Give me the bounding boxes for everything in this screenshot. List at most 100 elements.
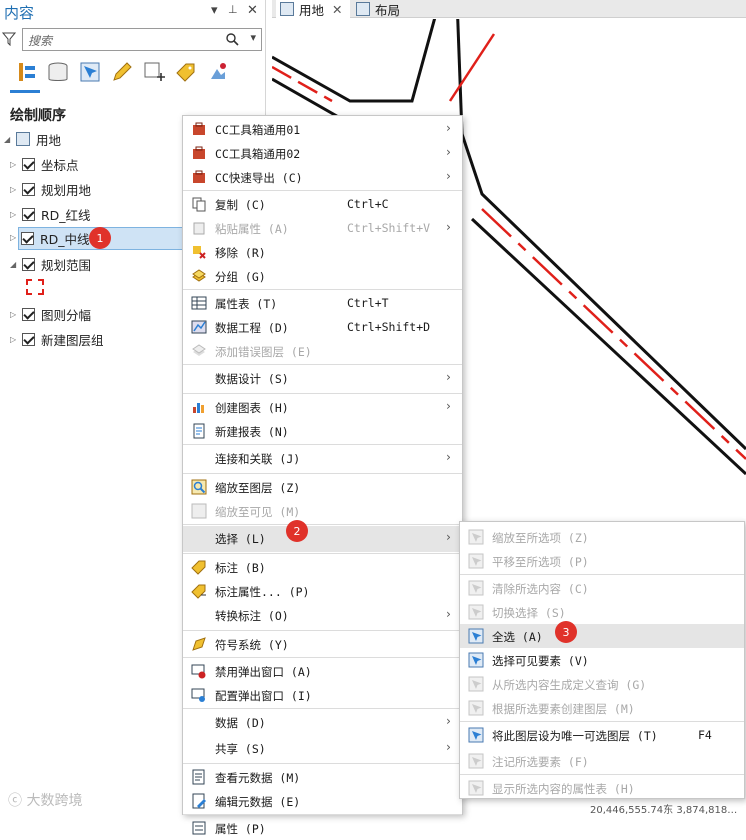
context-menu-item-10[interactable]: 数据设计 (S) › — [183, 366, 462, 392]
context-menu-item-21[interactable]: 禁用弹出窗口 (A) — [183, 659, 462, 683]
expand-triangle-icon[interactable]: ▷ — [10, 310, 20, 319]
submenu-arrow-icon: › — [444, 169, 452, 183]
collapse-triangle-icon[interactable]: ◢ — [10, 260, 20, 269]
options-dropdown-icon[interactable]: ▾ — [211, 3, 218, 18]
labeling-icon[interactable] — [174, 60, 198, 86]
tree-layer-guihuayongdi[interactable]: ▷ 规划用地 — [10, 178, 91, 200]
remove-icon — [193, 246, 206, 259]
context-menu-item-7[interactable]: 属性表 (T) Ctrl+T — [183, 291, 462, 315]
expand-triangle-icon[interactable]: ▷ — [10, 335, 20, 344]
expand-triangle-icon[interactable]: ▷ — [10, 210, 20, 219]
drawing-order-heading: 绘制顺序 — [10, 108, 66, 124]
coordinate-readout: 20,446,555.74东 3,874,818… — [590, 803, 737, 815]
editing-icon[interactable] — [110, 60, 134, 86]
expand-triangle-icon[interactable]: ▷ — [10, 233, 20, 242]
selection-submenu-item-5[interactable]: 选择可见要素 (V) — [460, 648, 744, 672]
search-dropdown-icon[interactable]: ▾ — [250, 31, 256, 44]
layers-icon — [192, 344, 206, 356]
selection-submenu-item-8[interactable]: 将此图层设为唯一可选图层 (T) F4 — [460, 723, 744, 747]
context-menu-item-23[interactable]: 数据 (D) › — [183, 710, 462, 736]
selection-submenu-item-4[interactable]: 全选 (A) — [460, 624, 744, 648]
submenu-arrow-icon: › — [444, 370, 452, 384]
select-icon — [468, 652, 484, 668]
context-menu-item-2[interactable]: CC快速导出 (C) › — [183, 165, 462, 189]
list-by-perspective-imagery-icon[interactable] — [206, 60, 230, 86]
tree-layer-guihuafanwei[interactable]: ◢ 规划范围 — [10, 253, 91, 275]
context-menu-item-22[interactable]: 配置弹出窗口 (I) — [183, 683, 462, 707]
toolbox-icon — [193, 122, 205, 135]
context-menu-item-27[interactable]: 属性 (P) — [183, 816, 462, 840]
visibility-checkbox[interactable] — [22, 307, 35, 321]
context-menu-item-25[interactable]: 查看元数据 (M) — [183, 765, 462, 789]
drawing-order-icon[interactable] — [16, 60, 40, 86]
close-tab-icon[interactable]: ✕ — [332, 2, 342, 17]
label-icon — [191, 560, 206, 575]
tree-label: 坐标点 — [41, 157, 79, 173]
tree-layer-xinjiantucengzu[interactable]: ▷ 新建图层组 — [10, 328, 104, 350]
select-disabled-icon — [468, 753, 484, 769]
tree-map-root[interactable]: ◢ 用地 — [4, 128, 61, 150]
context-menu-item-0[interactable]: CC工具箱通用01 › — [183, 117, 462, 141]
snapping-icon[interactable] — [142, 60, 166, 86]
close-icon[interactable]: ✕ — [247, 3, 258, 18]
data-source-icon[interactable] — [46, 60, 70, 86]
context-menu-item-24[interactable]: 共享 (S) › — [183, 736, 462, 762]
context-menu-item-6[interactable]: 分组 (G) — [183, 264, 462, 288]
selection-submenu-item-10: 显示所选内容的属性表 (H) — [460, 776, 744, 800]
menu-item-label: CC工具箱通用01 — [215, 123, 301, 137]
filter-icon[interactable] — [2, 32, 16, 46]
tab-map[interactable]: 用地 ✕ — [276, 0, 350, 18]
search-input[interactable]: 搜索 ▾ — [22, 28, 262, 51]
submenu-item-label: 清除所选内容 (C) — [492, 582, 589, 596]
tree-layer-rd-hongxian[interactable]: ▷ RD_红线 — [10, 203, 91, 225]
context-menu-item-8[interactable]: 数据工程 (D) Ctrl+Shift+D — [183, 315, 462, 339]
context-menu-item-20[interactable]: 符号系统 (Y) — [183, 632, 462, 656]
tree-label: 规划用地 — [41, 182, 92, 198]
submenu-item-label: 注记所选要素 (F) — [492, 755, 589, 769]
selection-submenu-item-6: 从所选内容生成定义查询 (G) — [460, 672, 744, 696]
tree-layer-tuzefenfu[interactable]: ▷ 图则分幅 — [10, 303, 91, 325]
tab-layout[interactable]: 布局 — [352, 0, 422, 18]
context-menu-item-26[interactable]: 编辑元数据 (E) — [183, 789, 462, 813]
context-menu-item-13[interactable]: 连接和关联 (J) › — [183, 446, 462, 472]
context-menu-item-1[interactable]: CC工具箱通用02 › — [183, 141, 462, 165]
context-menu-item-18[interactable]: 标注属性... (P) — [183, 579, 462, 603]
visibility-checkbox[interactable] — [22, 182, 35, 196]
submenu-item-label: 显示所选内容的属性表 (H) — [492, 782, 635, 796]
visibility-checkbox[interactable] — [22, 332, 35, 346]
selection-icon[interactable] — [78, 60, 102, 86]
popup-disable-icon — [191, 664, 206, 679]
context-menu-item-5[interactable]: 移除 (R) — [183, 240, 462, 264]
context-menu-item-14[interactable]: 缩放至图层 (Z) — [183, 475, 462, 499]
submenu-item-label: 缩放至所选项 (Z) — [492, 531, 589, 545]
menu-separator — [183, 553, 462, 554]
menu-item-label: 新建报表 (N) — [215, 425, 289, 439]
collapse-triangle-icon[interactable]: ◢ — [4, 135, 14, 144]
menu-item-label: 属性表 (T) — [215, 297, 278, 311]
expand-triangle-icon[interactable]: ▷ — [10, 160, 20, 169]
menu-item-label: 共享 (S) — [215, 742, 266, 756]
visibility-checkbox[interactable] — [22, 157, 35, 171]
context-menu-item-19[interactable]: 转换标注 (O) › — [183, 603, 462, 629]
menu-item-label: CC快速导出 (C) — [215, 171, 303, 185]
select-disabled-icon — [468, 780, 484, 796]
tab-label: 用地 — [299, 2, 325, 18]
submenu-item-label: 根据所选要素创建图层 (M) — [492, 702, 635, 716]
context-menu-item-17[interactable]: 标注 (B) — [183, 555, 462, 579]
visibility-checkbox[interactable] — [22, 257, 35, 271]
submenu-arrow-icon: › — [444, 714, 452, 728]
visibility-checkbox[interactable] — [21, 232, 34, 245]
tree-layer-zuobiaodian[interactable]: ▷ 坐标点 — [10, 153, 79, 175]
selection-submenu-item-0: 缩放至所选项 (Z) — [460, 525, 744, 549]
context-menu-item-3[interactable]: 复制 (C) Ctrl+C — [183, 192, 462, 216]
search-icon[interactable] — [226, 33, 239, 46]
submenu-arrow-icon: › — [444, 450, 452, 464]
context-menu-item-16[interactable]: 选择 (L) › — [183, 526, 462, 552]
context-menu-item-12[interactable]: 新建报表 (N) — [183, 419, 462, 443]
expand-triangle-icon[interactable]: ▷ — [10, 185, 20, 194]
visibility-checkbox[interactable] — [22, 207, 35, 221]
menu-item-label: 编辑元数据 (E) — [215, 795, 301, 809]
pin-icon[interactable]: ⊥ — [228, 3, 238, 16]
context-menu-item-11[interactable]: 创建图表 (H) › — [183, 395, 462, 419]
watermark-text: 大数跨境 — [26, 793, 83, 809]
